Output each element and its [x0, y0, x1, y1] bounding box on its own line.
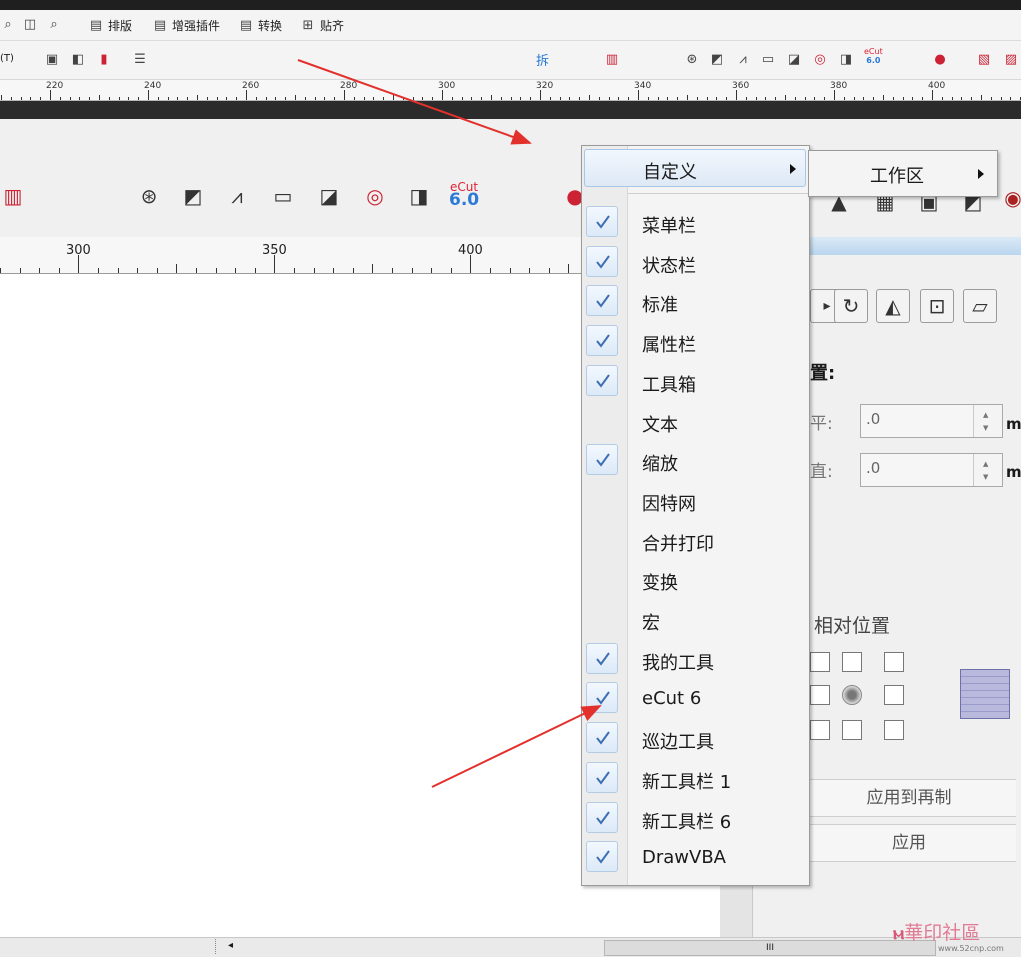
- arrow-to-ecut: [431, 705, 602, 788]
- arrow-to-customize: [297, 59, 532, 145]
- annotation-arrows: [297, 59, 602, 788]
